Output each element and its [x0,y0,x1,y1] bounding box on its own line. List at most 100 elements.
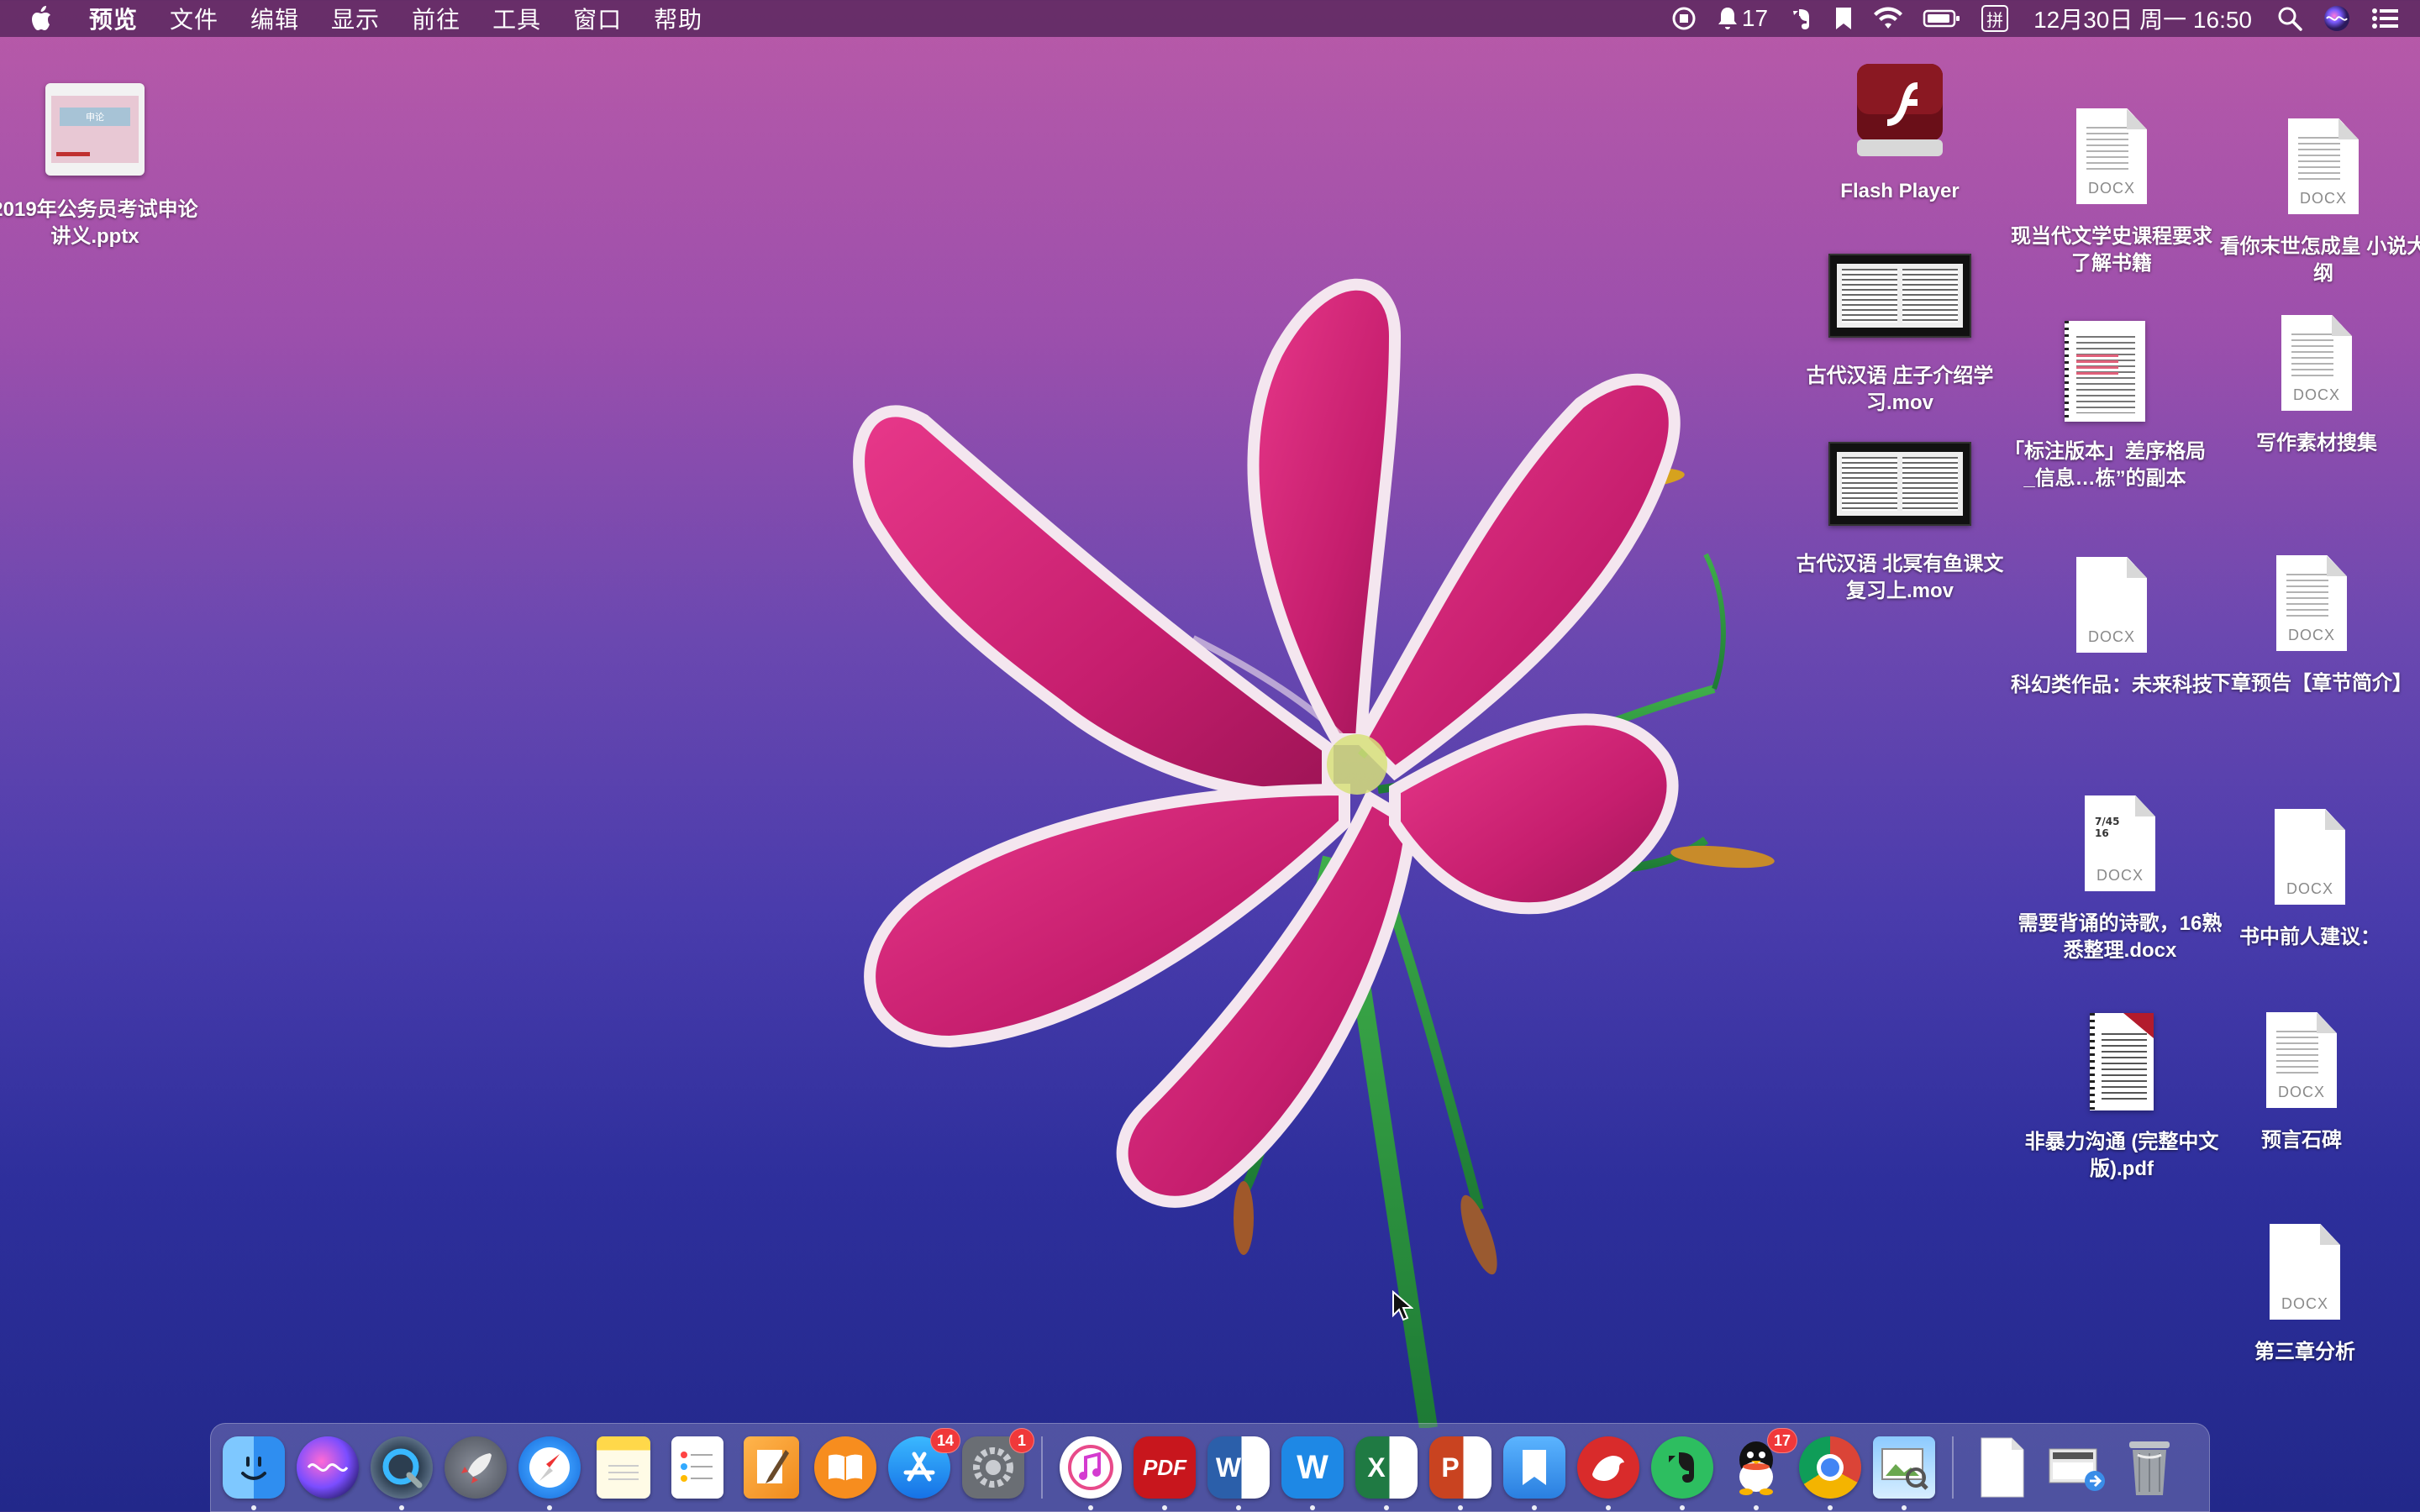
input-method-icon[interactable]: 拼 [1981,5,2009,32]
dock-launchpad[interactable] [443,1435,508,1500]
docx-file-icon: DOCX [2266,1001,2337,1119]
file-ext: DOCX [2299,190,2347,207]
menu-go[interactable]: 前往 [412,2,460,35]
desktop-file-label: 「标注版本」差序格局_信息…栋”的副本 [2004,440,2206,490]
docx-file-icon: 7/45 16 DOCX [2085,785,2155,902]
excel-icon-letter: X [1367,1452,1386,1483]
docx-file-icon: DOCX [2288,108,2359,225]
desktop-file-docx[interactable]: DOCX 书中前人建议： [2205,798,2415,951]
desktop-file-pdf[interactable]: 非暴力沟通 (完整中文版).pdf [2017,1003,2227,1183]
desktop-file-docx[interactable]: DOCX 第三章分析 [2200,1213,2410,1366]
notification-status[interactable]: 17 [1717,5,1768,32]
downloads-stack-icon [2044,1436,2107,1499]
dock-word[interactable]: W [1206,1435,1271,1510]
dock-excel[interactable]: X [1354,1435,1419,1510]
desktop-file-docx[interactable]: DOCX 看你末世怎成皇 小说大纲 [2218,108,2420,287]
dock-bookmarks-app[interactable] [1502,1435,1567,1510]
dock-quicktime[interactable] [369,1435,434,1510]
desktop-file-mov[interactable]: 古代汉语 庄子介绍学习.mov [1795,237,2005,417]
dock-qq[interactable]: 17 [1723,1428,1797,1510]
dock-chrome[interactable] [1797,1435,1863,1510]
battery-icon[interactable] [1923,8,1961,29]
desktop-file-label: 非暴力沟通 (完整中文版).pdf [2024,1131,2219,1180]
preview-icon [1873,1436,1935,1499]
dock-notes[interactable] [591,1435,656,1500]
desktop-file-docx[interactable]: DOCX 科幻类作品：未来科技 [2007,546,2217,699]
desktop-file-label: Flash Player [1840,180,1960,202]
dock-wps[interactable]: W [1280,1435,1345,1510]
dock-reminders[interactable] [665,1435,730,1500]
siri-menubar-icon[interactable] [2323,4,2351,33]
powerpoint-icon-letter: P [1441,1452,1460,1483]
flash-player-icon [1854,52,1946,170]
menu-view[interactable]: 显示 [331,2,380,35]
desktop-file-label: 预言石碑 [2261,1129,2342,1152]
desktop-file-docx[interactable]: 7/45 16 DOCX 需要背诵的诗歌，16熟悉整理.docx [2015,785,2225,964]
screen-record-icon[interactable] [1671,6,1697,31]
evernote-icon [1651,1436,1713,1499]
evernote-status-icon[interactable] [1788,6,1813,31]
dock-downloads-stack[interactable] [2043,1435,2108,1500]
dock-trash[interactable] [2117,1435,2182,1500]
pages-icon [744,1436,799,1499]
dock-preview[interactable] [1871,1435,1937,1510]
dock-bear[interactable] [1576,1435,1641,1510]
apple-menu-icon[interactable] [30,4,55,33]
dock-pdf-reader[interactable]: PDF [1132,1435,1197,1510]
bell-icon [1717,6,1739,31]
reminders-icon [671,1436,723,1499]
desktop-file-mov[interactable]: 古代汉语 北冥有鱼课文复习上.mov [1795,425,2005,605]
excel-icon: X [1355,1436,1418,1499]
desktop-file-label: 现当代文学史课程要求了解书籍 [2011,225,2212,275]
dock-finder[interactable] [221,1435,287,1510]
desktop-app-flash-player[interactable]: Flash Player [1795,52,2005,205]
dock-app-store[interactable]: 14 [886,1428,960,1500]
wifi-icon[interactable] [1874,7,1903,30]
desktop-file-docx[interactable]: DOCX 写作素材搜集 [2212,304,2420,457]
desktop-file-pptx[interactable]: 申论 2019年公务员考试申论讲义.pptx [0,71,200,250]
safari-icon [518,1436,581,1499]
desktop-file-annotated[interactable]: 「标注版本」差序格局_信息…栋”的副本 [2000,312,2210,492]
dock-pages[interactable] [739,1435,804,1500]
desktop-file-label: 下章预告【章节简介】 [2211,672,2412,695]
dock-separator [1952,1436,1954,1499]
file-ext: DOCX [2096,867,2144,884]
qq-badge: 17 [1766,1428,1797,1453]
dock-safari[interactable] [517,1435,582,1510]
quicktime-icon [371,1436,433,1499]
dock-system-preferences[interactable]: 1 [960,1428,1034,1500]
desktop-file-docx[interactable]: DOCX 现当代文学史课程要求了解书籍 [2007,97,2217,277]
finder-icon [223,1436,285,1499]
menu-window[interactable]: 窗口 [573,2,622,35]
spotlight-search-icon[interactable] [2277,6,2302,31]
docx-file-icon: DOCX [2076,97,2147,215]
menu-help[interactable]: 帮助 [654,2,702,35]
desktop-file-label: 需要背诵的诗歌，16熟悉整理.docx [2018,912,2223,962]
dock-powerpoint[interactable]: P [1428,1435,1493,1510]
menubar-clock[interactable]: 12月30日 周一 16:50 [2033,2,2252,35]
video-file-icon [1828,425,1971,543]
file-ext: DOCX [2087,180,2135,197]
pptx-file-icon: 申论 [45,71,145,188]
dock-siri[interactable] [295,1435,360,1500]
app-menu-preview[interactable]: 预览 [89,2,138,35]
menu-tools[interactable]: 工具 [492,2,541,35]
pdf-file-icon [2090,1003,2154,1121]
menu-file[interactable]: 文件 [170,2,218,35]
docx-file-icon: DOCX [2275,798,2345,916]
pdf-app-icon: PDF [1134,1436,1196,1499]
menu-edit[interactable]: 编辑 [250,2,299,35]
books-icon [814,1436,876,1499]
desktop-file-docx[interactable]: DOCX 预言石碑 [2196,1001,2407,1154]
desktop-file-docx[interactable]: DOCX 下章预告【章节简介】 [2207,544,2417,697]
notification-center-icon[interactable] [2371,7,2400,30]
slide-title-text: 申论 [60,108,130,126]
dock-itunes[interactable] [1058,1435,1123,1510]
dock-evernote[interactable] [1649,1435,1715,1510]
dock-books[interactable] [813,1435,878,1500]
doc-preview-text: 7/45 16 [2095,816,2120,839]
siri-icon [297,1436,359,1499]
dock-documents-stack[interactable] [1969,1435,2034,1500]
desktop-file-label: 古代汉语 北冥有鱼课文复习上.mov [1796,553,2004,602]
bookmark-status-icon[interactable] [1833,6,1854,31]
